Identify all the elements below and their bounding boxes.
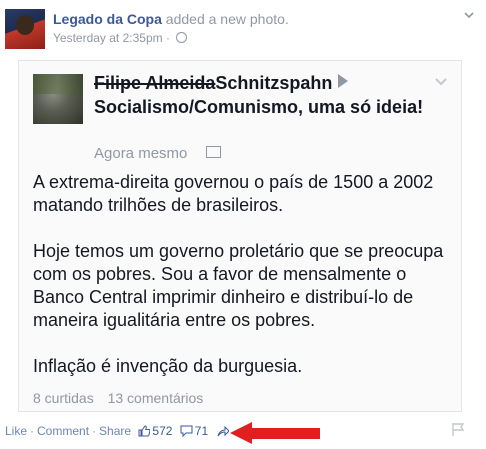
arrow-right-icon	[338, 74, 349, 88]
like-button[interactable]: Like	[5, 424, 27, 438]
action-separator: ·	[30, 424, 35, 438]
thumbs-up-icon	[138, 425, 151, 437]
struck-author-name: Filipe Almeida	[94, 73, 216, 93]
red-arrow-annotation	[230, 422, 320, 444]
comment-bubble-icon	[180, 425, 193, 437]
shared-post-body: A extrema-direita governou o país de 150…	[33, 171, 453, 401]
author-name-rest: Schnitzspahn	[215, 73, 333, 93]
shared-post-stats: 8 curtidas 13 comentários	[33, 390, 213, 406]
shared-chevron-down-icon	[435, 78, 447, 86]
shared-comments-count: 13 comentários	[107, 390, 204, 406]
post-header: Legado da Copa added a new photo.	[53, 11, 289, 27]
post-timestamp[interactable]: Yesterday at 2:35pm	[53, 31, 163, 45]
shared-post-title: Socialismo/Comunismo, uma só ideia!	[94, 97, 424, 117]
share-arrow-icon[interactable]	[217, 425, 230, 437]
shared-timestamp: Agora mesmo	[94, 145, 188, 162]
action-separator: ·	[92, 424, 97, 438]
post-action-text: added a new photo.	[165, 11, 289, 27]
comment-button[interactable]: Comment	[37, 424, 89, 438]
post-action-bar: Like · Comment · Share 572 71	[5, 424, 230, 438]
flag-icon[interactable]	[451, 422, 465, 436]
timestamp-separator: ·	[165, 31, 170, 45]
page-avatar[interactable]	[5, 9, 45, 49]
like-count-link[interactable]: 572	[138, 424, 175, 438]
page-name-link[interactable]: Legado da Copa	[53, 11, 162, 27]
like-count: 572	[152, 424, 173, 438]
chevron-down-icon[interactable]	[464, 10, 474, 20]
audience-icon	[205, 146, 221, 158]
comment-count-link[interactable]: 71	[180, 424, 212, 438]
post-timestamp-line: Yesterday at 2:35pm ·	[53, 31, 188, 45]
globe-icon[interactable]	[176, 32, 188, 43]
shared-post-header: Filipe AlmeidaSchnitzspahn Socialismo/Co…	[94, 71, 424, 119]
facebook-post: Legado da Copa added a new photo. Yester…	[0, 0, 486, 449]
body-paragraph: Inflação é invenção da burguesia.	[33, 356, 303, 376]
comment-count: 71	[194, 424, 209, 438]
body-paragraph: Hoje temos um governo proletário que se …	[33, 241, 444, 330]
shared-author-avatar	[33, 74, 83, 124]
shared-photo[interactable]: Filipe AlmeidaSchnitzspahn Socialismo/Co…	[18, 60, 462, 412]
body-paragraph: A extrema-direita governou o país de 150…	[33, 172, 434, 215]
share-button[interactable]: Share	[99, 424, 131, 438]
shared-timestamp-line: Agora mesmo	[94, 145, 221, 162]
shared-likes-count: 8 curtidas	[33, 390, 94, 406]
